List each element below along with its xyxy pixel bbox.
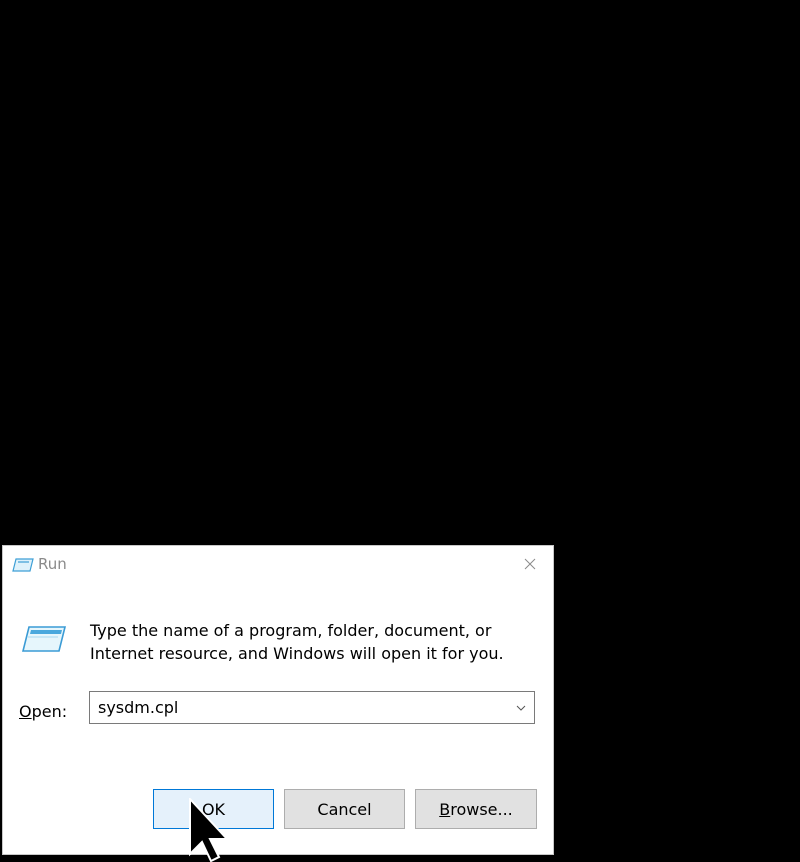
description-line-2: Internet resource, and Windows will open… (90, 644, 504, 663)
browse-label-text: rowse... (450, 799, 513, 819)
window-title: Run (38, 555, 67, 573)
open-input[interactable] (98, 692, 498, 723)
description-line-1: Type the name of a program, folder, docu… (90, 621, 492, 640)
title-bar[interactable]: Run (3, 546, 553, 584)
browse-button-label: Browse... (439, 800, 513, 819)
arrow-cursor-icon (189, 798, 230, 862)
browse-button[interactable]: Browse... (415, 789, 537, 829)
run-dialog: Run Type the name of a program, folder, … (2, 545, 554, 855)
close-button[interactable] (507, 546, 553, 582)
open-combobox[interactable] (89, 691, 535, 724)
open-dropdown-button[interactable] (508, 692, 534, 723)
open-label-accelerator: O (19, 702, 32, 721)
open-label-text: pen: (31, 702, 68, 721)
run-icon (12, 558, 34, 572)
close-icon (524, 558, 536, 570)
dialog-description: Type the name of a program, folder, docu… (90, 619, 520, 665)
chevron-down-icon (516, 705, 526, 711)
cancel-button[interactable]: Cancel (284, 789, 405, 829)
cancel-button-label: Cancel (317, 799, 372, 819)
run-icon (22, 626, 66, 652)
browse-accelerator: B (439, 799, 451, 819)
open-label: Open: (19, 702, 67, 721)
